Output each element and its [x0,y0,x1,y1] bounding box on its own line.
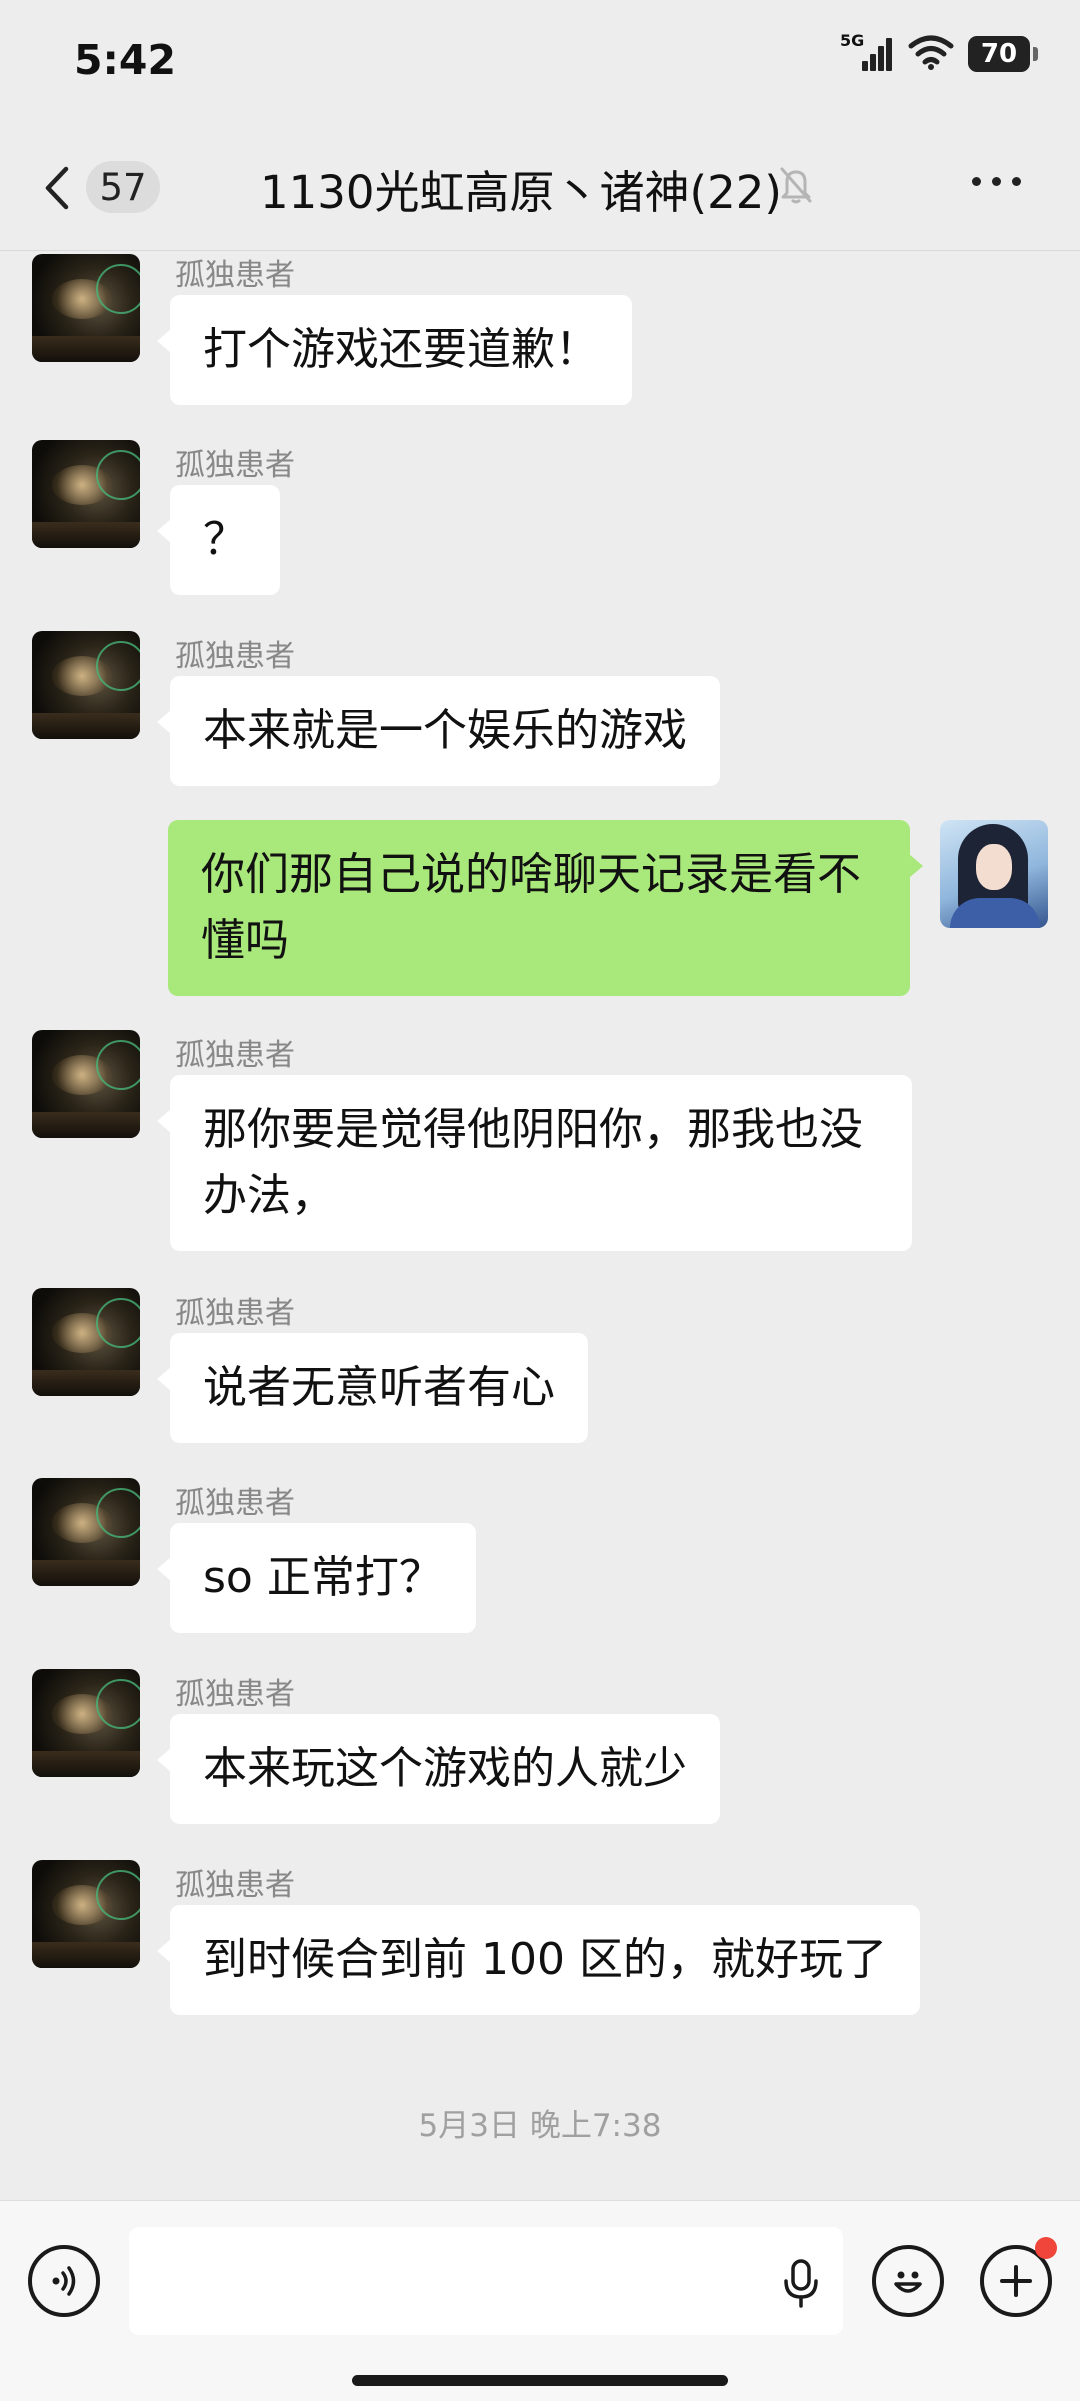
avatar[interactable] [32,1478,140,1586]
message-bubble-self[interactable]: 你们那自己说的啥聊天记录是看不懂吗 [168,820,923,996]
status-icons: 5G 70 [840,31,1038,74]
avatar[interactable] [32,1030,140,1138]
message-bubble[interactable]: 那你要是觉得他阴阳你，那我也没办法， [157,1075,912,1251]
message-input[interactable] [129,2227,843,2335]
message-bubble[interactable]: 本来就是一个娱乐的游戏 [157,676,720,786]
status-time: 5:42 [74,36,176,84]
emoji-icon[interactable] [872,2245,944,2317]
message-bubble[interactable]: so 正常打？ [157,1523,476,1633]
sender-name: 孤独患者 [175,1486,295,1521]
input-bar [0,2200,1080,2401]
sender-name: 孤独患者 [175,258,295,293]
avatar[interactable] [32,254,140,362]
voice-icon[interactable] [28,2245,100,2317]
message-bubble[interactable]: 打个游戏还要道歉！ [157,295,632,405]
mic-icon[interactable] [781,2257,821,2313]
avatar-self[interactable] [940,820,1048,928]
chevron-left-icon[interactable] [38,163,78,213]
avatar[interactable] [32,1860,140,1968]
chat-title[interactable]: 1130光虹高原丶诸神(22) [260,156,782,221]
sender-name: 孤独患者 [175,448,295,483]
sender-name: 孤独患者 [175,1868,295,1903]
sender-name: 孤独患者 [175,1296,295,1331]
message-bubble[interactable]: 本来玩这个游戏的人就少 [157,1714,720,1824]
unread-count-badge[interactable]: 57 [86,161,160,213]
message-bubble[interactable]: 到时候合到前 100 区的，就好玩了 [157,1905,920,2015]
wifi-icon [908,34,954,74]
sender-name: 孤独患者 [175,1038,295,1073]
signal-icon: 5G [840,31,894,73]
more-dots-icon[interactable] [972,177,1021,186]
message-list[interactable]: 孤独患者 打个游戏还要道歉！ 孤独患者 ？ 孤独患者 本来就是一个娱乐的游戏 你… [0,250,1080,2200]
notification-dot [1035,2237,1057,2259]
avatar[interactable] [32,631,140,739]
avatar[interactable] [32,1669,140,1777]
status-bar: 5:42 5G 70 [0,0,1080,125]
chat-header: 57 1130光虹高原丶诸神(22) [0,125,1080,251]
bell-off-icon [778,165,814,209]
sender-name: 孤独患者 [175,639,295,674]
message-bubble[interactable]: ？ [157,485,280,595]
avatar[interactable] [32,440,140,548]
sender-name: 孤独患者 [175,1677,295,1712]
home-indicator[interactable] [352,2375,728,2386]
battery-icon: 70 [968,36,1038,72]
avatar[interactable] [32,1288,140,1396]
message-timestamp: 5月3日 晚上7:38 [418,2108,662,2144]
message-bubble[interactable]: 说者无意听者有心 [157,1333,588,1443]
battery-level: 70 [980,39,1018,69]
